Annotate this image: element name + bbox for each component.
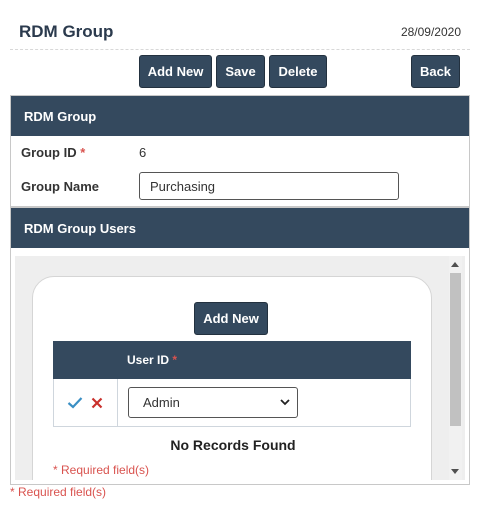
group-name-input[interactable] <box>139 172 399 200</box>
scroll-down-arrow-icon[interactable] <box>451 469 459 474</box>
users-scroll-area[interactable]: Add New User ID * Admin No Records Found… <box>15 256 465 480</box>
users-card: Add New User ID * Admin No Records Found… <box>32 276 432 480</box>
chevron-down-icon <box>280 399 290 406</box>
save-button[interactable]: Save <box>216 55 265 88</box>
group-id-label: Group ID * <box>21 145 86 160</box>
scroll-up-arrow-icon[interactable] <box>451 262 459 267</box>
required-asterisk: * <box>172 353 178 367</box>
page-date: 28/09/2020 <box>400 25 461 39</box>
group-name-label: Group Name <box>21 179 100 194</box>
users-scrollbar[interactable] <box>449 256 462 480</box>
group-id-value: 6 <box>139 145 147 160</box>
users-grid-header: User ID * <box>53 341 411 379</box>
row-divider <box>117 379 118 426</box>
check-icon[interactable] <box>67 396 83 409</box>
group-panel: RDM Group Group ID * 6 Group Name <box>10 95 470 207</box>
back-button[interactable]: Back <box>411 55 460 88</box>
inner-required-note: * Required field(s) <box>53 463 150 477</box>
required-asterisk: * <box>80 145 86 160</box>
scroll-thumb[interactable] <box>450 273 461 426</box>
column-user-id[interactable]: User ID * <box>127 353 177 367</box>
users-grid-edit-row: Admin <box>53 379 411 427</box>
footer-required-note: * Required field(s) <box>10 485 107 499</box>
group-users-panel: RDM Group Users Add New User ID * Admin … <box>10 207 470 485</box>
add-user-button[interactable]: Add New <box>194 302 268 335</box>
delete-button[interactable]: Delete <box>269 55 327 88</box>
group-panel-title: RDM Group <box>11 96 469 136</box>
group-users-panel-title: RDM Group Users <box>11 208 469 248</box>
user-id-select[interactable]: Admin <box>128 387 298 418</box>
close-icon[interactable] <box>91 397 103 409</box>
page-header: RDM Group 28/09/2020 <box>10 14 470 50</box>
user-id-select-value: Admin <box>143 395 180 410</box>
no-records-text: No Records Found <box>170 437 296 453</box>
page-title: RDM Group <box>19 22 114 41</box>
add-new-button[interactable]: Add New <box>139 55 212 88</box>
